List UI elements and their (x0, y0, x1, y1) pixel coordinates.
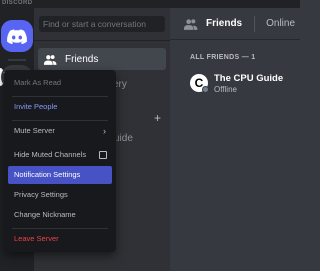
menu-item-label: Hide Muted Channels (14, 150, 87, 159)
friends-icon (184, 18, 198, 30)
app-brand: DISCORD (2, 0, 33, 6)
friend-name: The CPU Guide (214, 73, 284, 84)
dm-item-partial[interactable]: uide (114, 133, 133, 144)
header-divider (254, 15, 256, 32)
section-header: ALL FRIENDS — 1 (190, 54, 256, 61)
menu-item-hide-muted-channels[interactable]: Hide Muted Channels (8, 146, 112, 164)
menu-item-label: Mute Server (14, 126, 55, 135)
friend-status: Offline (214, 85, 237, 94)
chevron-right-icon: › (103, 126, 106, 136)
discord-logo-icon (7, 28, 27, 44)
menu-separator (12, 96, 108, 97)
menu-item-mark-as-read[interactable]: Mark As Read (8, 74, 112, 92)
menu-item-privacy-settings[interactable]: Privacy Settings (8, 186, 112, 204)
search-input[interactable]: Find or start a conversation (39, 16, 165, 32)
create-dm-button[interactable]: + (154, 112, 161, 124)
friend-row[interactable]: C The CPU Guide Offline (190, 72, 300, 98)
main-content: Friends Online ALL FRIENDS — 1 C The CPU… (170, 8, 300, 271)
server-context-menu: Mark As Read Invite People Mute Server ›… (4, 70, 116, 252)
menu-item-leave-server[interactable]: Leave Server (8, 230, 112, 248)
sidebar-item-friends[interactable]: Friends (38, 48, 166, 70)
menu-separator (12, 120, 108, 121)
menu-separator (12, 228, 108, 229)
menu-item-invite-people[interactable]: Invite People (8, 98, 112, 116)
page-title: Friends (206, 18, 243, 29)
home-button[interactable] (1, 20, 33, 52)
discord-app: DISCORD TCGs Find or start a conversatio… (0, 0, 300, 271)
sidebar-item-label: Friends (65, 53, 99, 65)
checkbox-icon[interactable] (99, 151, 107, 159)
menu-item-notification-settings[interactable]: Notification Settings (8, 166, 112, 184)
divider (34, 40, 170, 41)
rail-divider (8, 59, 26, 61)
friends-icon (44, 54, 57, 65)
menu-item-mute-server[interactable]: Mute Server › (8, 122, 112, 140)
menu-item-change-nickname[interactable]: Change Nickname (8, 206, 112, 224)
header-bar: Friends Online (170, 8, 300, 40)
offline-status-icon (202, 86, 209, 93)
title-bar: DISCORD (0, 0, 300, 8)
tab-online[interactable]: Online (266, 18, 295, 29)
